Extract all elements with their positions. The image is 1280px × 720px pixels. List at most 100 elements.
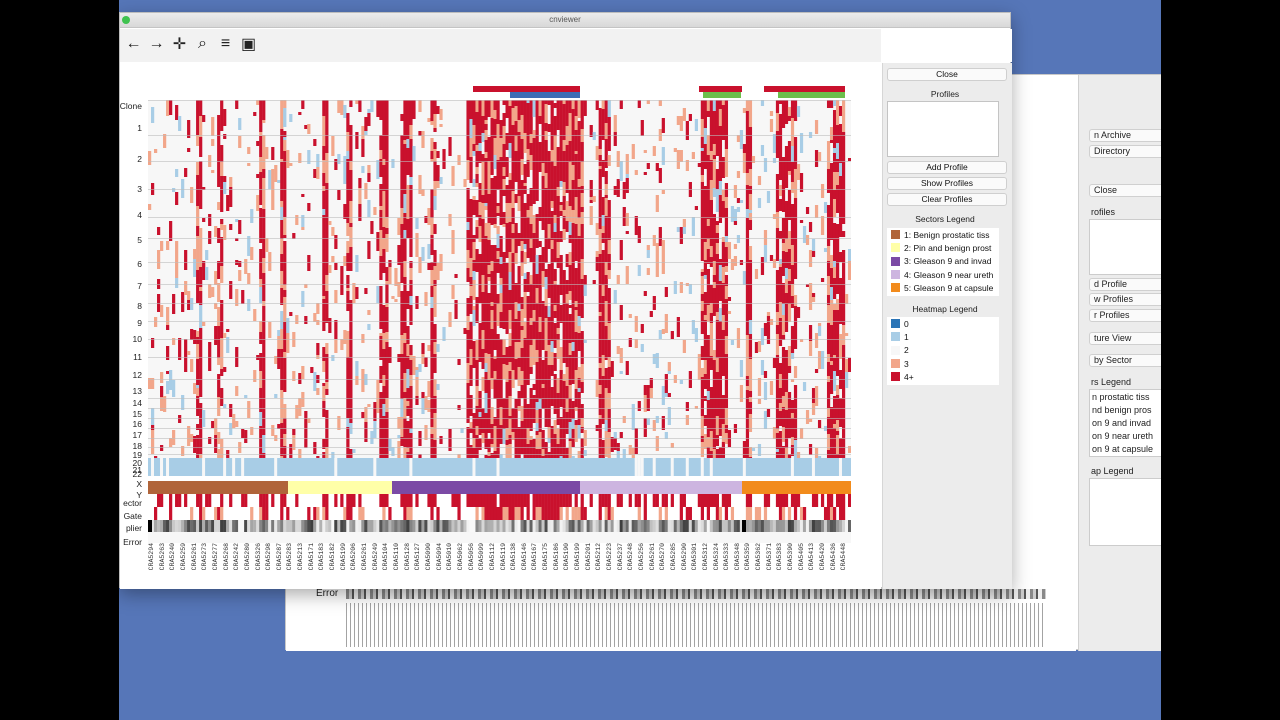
cn-cell — [604, 420, 608, 431]
back-arrow-icon[interactable]: ← — [122, 32, 145, 56]
cn-cell — [781, 186, 786, 191]
cn-cell — [547, 310, 551, 317]
cn-cell — [469, 242, 473, 258]
cnviewer-window[interactable]: cnviewer ← → ✛ ⌕ ≡ ▣ Clone 1 2 3 4 5 6 7 8 9 10 11 1… — [119, 12, 1012, 589]
multiplier-cell — [388, 507, 392, 520]
cn-cell — [349, 170, 353, 186]
cn-cell — [526, 149, 530, 160]
cn-cell — [169, 100, 173, 115]
cn-cell — [262, 258, 266, 273]
cn-cell — [466, 349, 470, 363]
cn-cell — [781, 378, 786, 396]
error-cell — [448, 520, 452, 532]
bg-close-button[interactable]: Close — [1089, 184, 1161, 197]
cn-cell — [379, 366, 383, 383]
cn-cell — [421, 189, 425, 196]
row-label: 13 — [132, 386, 142, 396]
cn-cell — [160, 241, 164, 251]
cn-cell — [400, 329, 404, 335]
cn-cell — [217, 115, 221, 128]
bg-add-profile-button[interactable]: d Profile — [1089, 278, 1161, 291]
cn-cell — [721, 237, 726, 242]
bg-by-sector-button[interactable]: by Sector — [1089, 354, 1161, 367]
cn-cell — [346, 218, 350, 223]
cn-cell — [322, 361, 326, 372]
cn-cell — [502, 290, 506, 310]
cn-cell — [400, 335, 404, 354]
gate-cell — [184, 494, 188, 507]
cn-cell — [778, 411, 783, 417]
multiplier-cell — [322, 507, 326, 520]
profiles-list[interactable] — [887, 101, 999, 157]
cn-cell — [736, 207, 741, 212]
cn-cell — [385, 452, 389, 458]
cn-cell — [553, 420, 557, 434]
cn-cell — [733, 209, 738, 221]
cn-cell — [664, 432, 668, 439]
cn-cell — [385, 146, 389, 159]
cn-cell — [259, 276, 263, 279]
heatmap-plot[interactable]: Clone 1 2 3 4 5 6 7 8 9 10 11 12 13 14 15 16 17 18 19 20 21 22… — [120, 63, 881, 589]
cn-cell — [175, 241, 179, 261]
cn-cell — [577, 451, 581, 454]
cn-cell — [283, 241, 287, 257]
copy-number-heatmap[interactable] — [148, 86, 851, 543]
cn-cell — [547, 181, 551, 192]
sample-label: CRA5175 — [542, 543, 550, 571]
forward-arrow-icon[interactable]: → — [145, 32, 168, 56]
bg-profiles-list[interactable] — [1089, 219, 1161, 275]
cn-cell — [556, 176, 560, 180]
save-icon[interactable]: ▣ — [237, 32, 260, 56]
close-button[interactable]: Close — [887, 68, 1007, 81]
cn-cell — [196, 223, 200, 226]
cn-cell — [571, 180, 575, 187]
cn-cell — [742, 144, 747, 153]
clear-profiles-button[interactable]: Clear Profiles — [887, 193, 1007, 206]
gate-cell — [481, 494, 485, 507]
cn-cell — [829, 195, 834, 207]
cn-cell — [715, 449, 720, 458]
cn-cell — [790, 300, 795, 308]
bg-open-archive-button[interactable]: n Archive — [1089, 129, 1161, 142]
multiplier-cell — [169, 507, 173, 520]
cn-cell — [199, 267, 203, 270]
cn-cell — [412, 356, 416, 375]
zoom-icon[interactable]: ⌕ — [191, 32, 214, 56]
cn-cell — [604, 368, 608, 388]
add-profile-button[interactable]: Add Profile — [887, 161, 1007, 174]
bg-texture-view-button[interactable]: ture View — [1089, 332, 1161, 345]
cn-cell — [568, 196, 572, 206]
cn-cell — [604, 100, 608, 107]
cn-cell — [724, 392, 729, 403]
bg-show-profiles-button[interactable]: w Profiles — [1089, 293, 1161, 306]
cn-cell — [382, 439, 386, 446]
cn-cell — [496, 142, 500, 160]
cn-cell — [505, 100, 509, 107]
cn-cell — [559, 387, 563, 407]
cn-cell — [829, 415, 834, 427]
error-cell — [667, 520, 671, 532]
show-profiles-button[interactable]: Show Profiles — [887, 177, 1007, 190]
pan-icon[interactable]: ✛ — [168, 32, 191, 56]
configure-subplots-icon[interactable]: ≡ — [214, 32, 237, 56]
cn-cell — [412, 100, 416, 119]
cn-cell — [496, 213, 500, 216]
cn-cell — [217, 449, 221, 458]
cn-cell — [517, 266, 521, 278]
cn-cell — [280, 177, 284, 181]
error-cell — [685, 520, 689, 532]
cn-cell — [736, 135, 741, 142]
bg-clear-profiles-button[interactable]: r Profiles — [1089, 309, 1161, 322]
cn-cell — [718, 408, 723, 424]
cn-cell — [529, 108, 533, 116]
title-bar[interactable]: cnviewer — [120, 13, 1010, 28]
cn-cell — [679, 380, 683, 384]
cn-cell — [517, 286, 521, 294]
cn-cell — [571, 165, 575, 174]
cn-cell — [196, 135, 200, 146]
cn-cell — [601, 411, 605, 414]
cn-cell — [499, 219, 503, 225]
cn-cell — [421, 392, 425, 398]
cn-cell — [214, 303, 218, 309]
bg-open-directory-button[interactable]: Directory — [1089, 145, 1161, 158]
